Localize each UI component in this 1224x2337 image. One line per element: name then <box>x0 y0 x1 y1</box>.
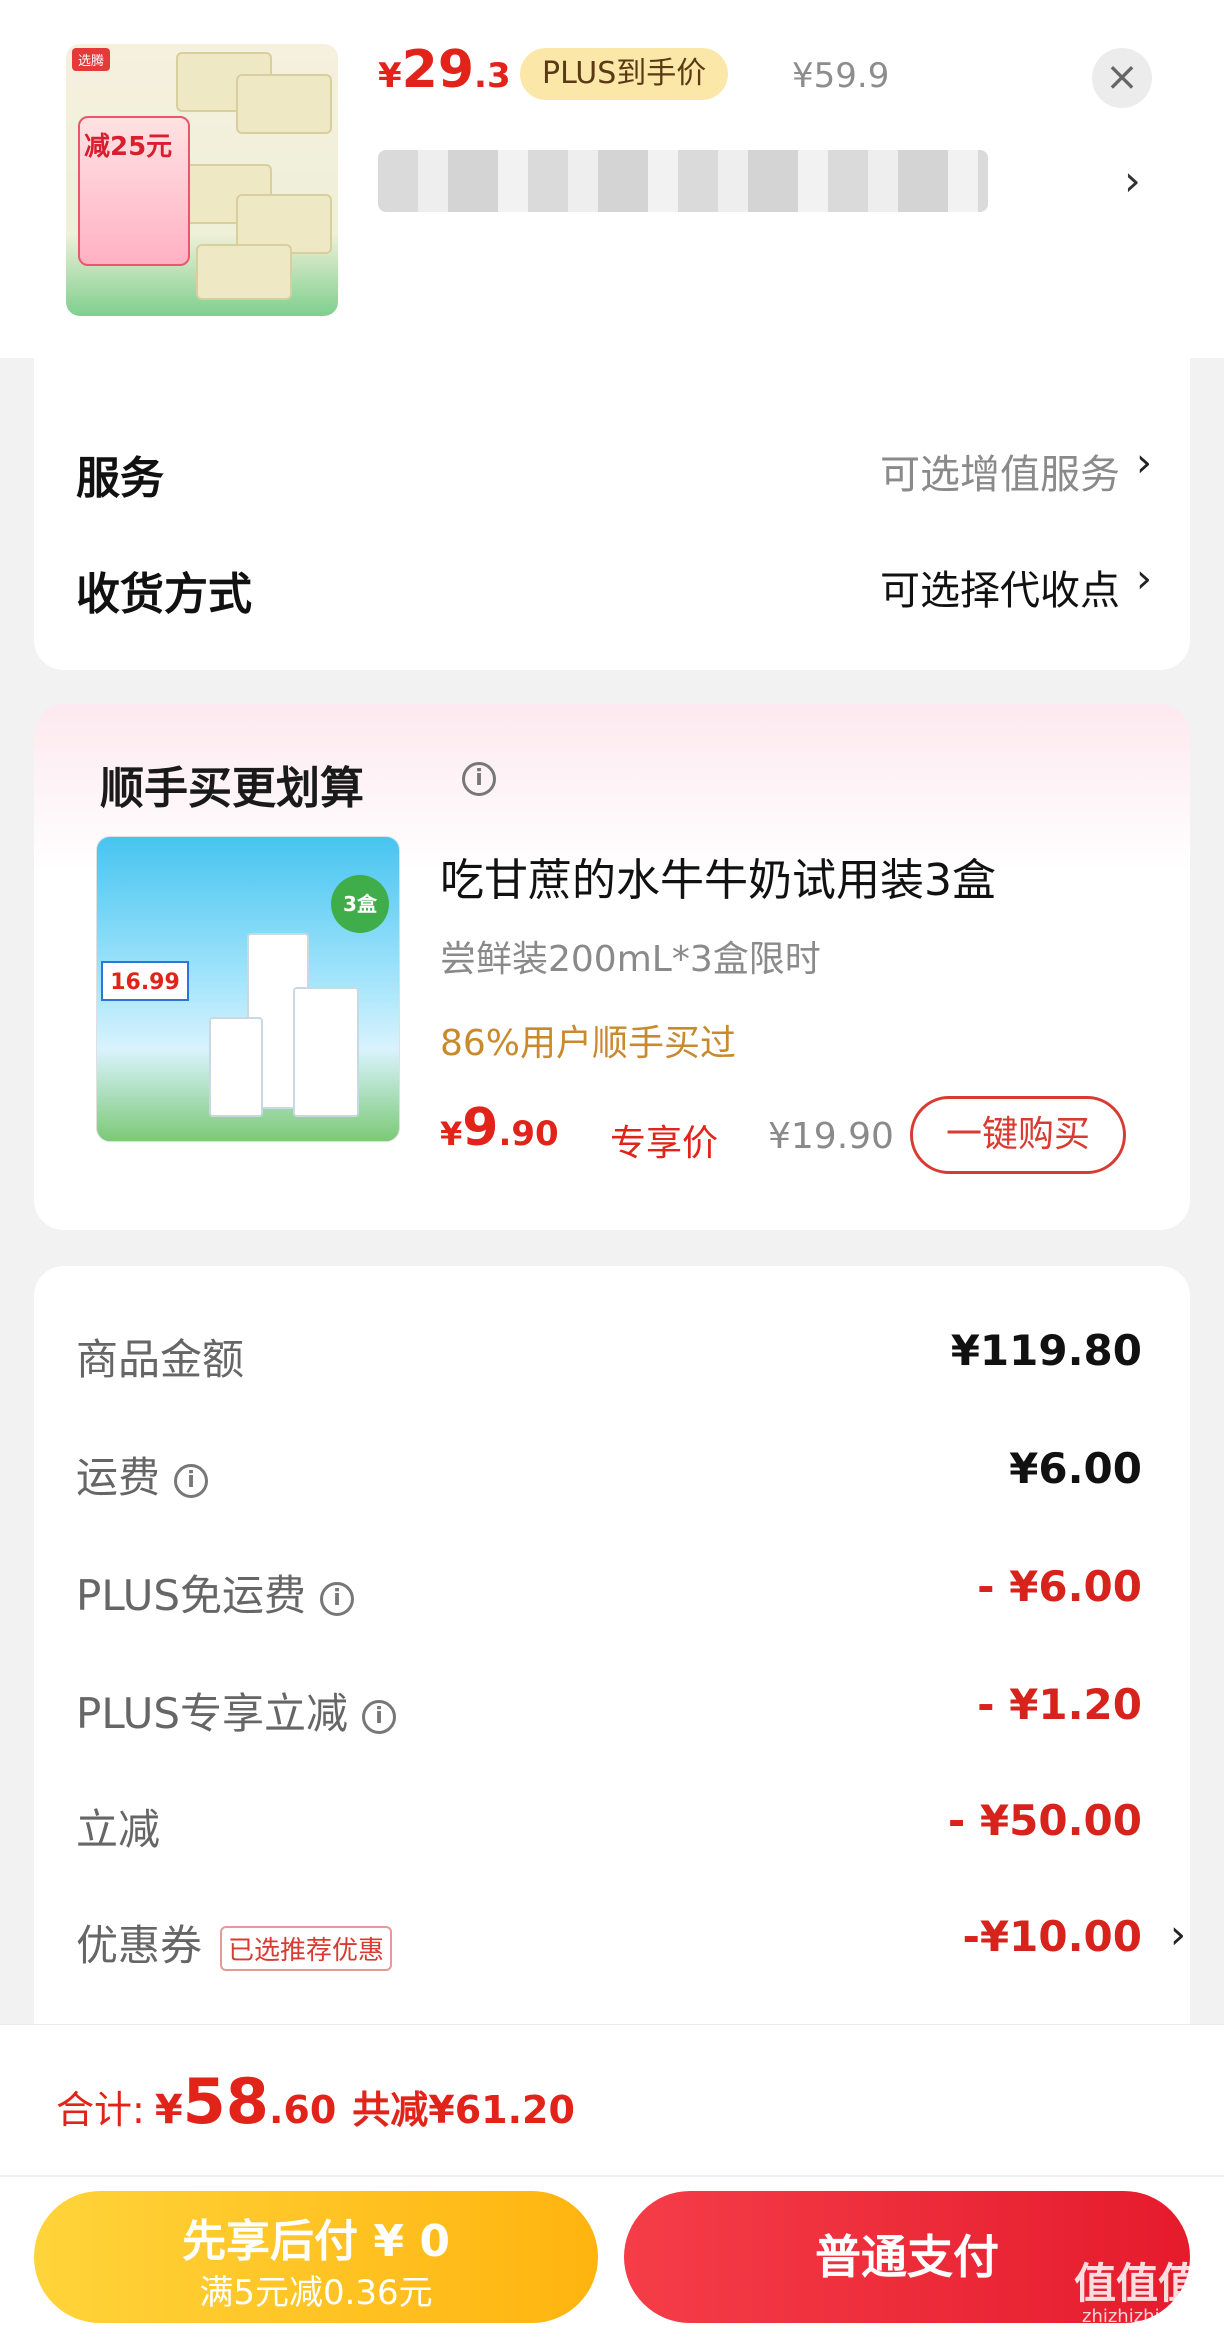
addon-original-price: ¥19.90 <box>768 1116 894 1157</box>
image-count-badge: 3盒 <box>331 875 389 933</box>
option-label: 收货方式 <box>76 569 252 620</box>
thumbnail-promo-text: 减25元 <box>84 132 173 162</box>
summary-row-instant-discount: 立减 - ¥50.00 <box>76 1796 1142 1856</box>
pay-later-button[interactable]: 先享后付 ¥ 0 满5元减0.36元 <box>34 2191 598 2323</box>
price-summary-card: 商品金额 ¥119.80 运费 i ¥6.00 PLUS免运费 i - ¥6.00 … <box>34 1266 1190 2106</box>
watermark-url: zhizhizhi.com <box>1082 2306 1204 2327</box>
addon-exclusive-price: ¥9.90 <box>440 1098 559 1158</box>
price-currency: ¥ <box>440 1115 463 1153</box>
divider <box>0 2175 1224 2177</box>
close-icon: × <box>1105 54 1139 100</box>
addon-product-name[interactable]: 吃甘蔗的水牛牛奶试用装3盒 <box>440 844 996 908</box>
summary-value: - ¥6.00 <box>977 1562 1142 1611</box>
summary-label: 运费 <box>76 1453 161 1502</box>
addon-section-title-text: 顺手买更划算 <box>100 763 364 814</box>
price-decimal: .3 <box>474 56 511 96</box>
thumbnail-tag: 选腾 <box>72 48 111 71</box>
one-click-buy-button[interactable]: 一键购买 <box>910 1096 1126 1174</box>
summary-value: -¥10.00 <box>962 1912 1142 1961</box>
summary-row-coupon[interactable]: 优惠券 已选推荐优惠 -¥10.00 › <box>76 1912 1186 1972</box>
price-integer: 29 <box>401 40 475 100</box>
total-decimal: .60 <box>268 2088 337 2132</box>
summary-label: 立减 <box>76 1805 161 1854</box>
options-card: 服务 可选增值服务 › 收货方式 可选择代收点 › <box>34 330 1190 670</box>
total-currency: ¥ <box>154 2087 183 2133</box>
pay-later-title: 先享后付 ¥ 0 <box>182 2216 450 2267</box>
addon-section-title: 顺手买更划算 i <box>100 752 496 816</box>
product-header: 选腾 减25元 ¥29.3 PLUS到手价 ¥59.9 × › <box>0 0 1224 358</box>
image-price-tag: 16.99 <box>101 961 189 1001</box>
summary-label: PLUS免运费 <box>76 1571 307 1620</box>
product-plus-price: ¥29.3 <box>378 40 511 100</box>
price-integer: 9 <box>462 1098 499 1158</box>
chevron-right-icon: › <box>1136 556 1152 602</box>
price-currency: ¥ <box>378 56 402 96</box>
option-label: 服务 <box>76 453 164 504</box>
summary-value: - ¥1.20 <box>977 1680 1142 1729</box>
summary-row-plus-discount: PLUS专享立减 i - ¥1.20 <box>76 1680 1142 1740</box>
info-icon[interactable]: i <box>462 762 496 796</box>
checkout-bar: 合计: ¥58.60 共减¥61.20 先享后付 ¥ 0 满5元减0.36元 普通支… <box>0 2024 1224 2337</box>
close-button[interactable]: × <box>1092 48 1152 108</box>
summary-label: PLUS专享立减 <box>76 1689 349 1738</box>
summary-row-goods: 商品金额 ¥119.80 <box>76 1326 1142 1386</box>
order-total: 合计: ¥58.60 共减¥61.20 <box>56 2065 575 2138</box>
total-saved: 共减¥61.20 <box>352 2088 575 2132</box>
chevron-right-icon[interactable]: › <box>1124 156 1141 205</box>
info-icon[interactable]: i <box>174 1463 209 1498</box>
plus-price-badge: PLUS到手价 <box>520 48 729 100</box>
summary-row-shipping: 运费 i ¥6.00 <box>76 1444 1142 1504</box>
summary-label: 商品金额 <box>76 1335 245 1384</box>
summary-value: ¥6.00 <box>1009 1444 1142 1493</box>
product-title-blurred[interactable] <box>378 150 988 212</box>
total-integer: 58 <box>182 2065 269 2138</box>
pay-later-subtitle: 满5元减0.36元 <box>199 2273 433 2313</box>
option-value: 可选增值服务 <box>880 452 1120 498</box>
product-original-price: ¥59.9 <box>792 56 890 96</box>
summary-value: - ¥50.00 <box>947 1796 1142 1845</box>
price-decimal: .90 <box>498 1114 559 1154</box>
info-icon[interactable]: i <box>320 1581 355 1616</box>
summary-value: ¥119.80 <box>950 1326 1142 1375</box>
summary-row-plus-free-shipping: PLUS免运费 i - ¥6.00 <box>76 1562 1142 1622</box>
addon-product-subtitle: 尝鲜装200mL*3盒限时 <box>440 939 821 980</box>
chevron-right-icon: › <box>1136 440 1152 486</box>
total-label: 合计: <box>56 2088 145 2132</box>
addon-product-image[interactable]: 3盒 16.99 <box>96 836 400 1142</box>
option-value: 可选择代收点 <box>880 568 1120 614</box>
addon-purchase-stat: 86%用户顺手买过 <box>440 1023 737 1064</box>
watermark-logo: 值值值 <box>1074 2259 1201 2308</box>
summary-label: 优惠券 <box>76 1921 203 1970</box>
coupon-selected-badge: 已选推荐优惠 <box>220 1926 393 1971</box>
info-icon[interactable]: i <box>362 1699 397 1734</box>
product-thumbnail[interactable]: 选腾 减25元 <box>66 44 338 316</box>
addon-price-label: 专享价 <box>610 1123 719 1164</box>
chevron-right-icon: › <box>1170 1912 1186 1958</box>
addon-recommendation-card: 顺手买更划算 i 3盒 16.99 吃甘蔗的水牛牛奶试用装3盒 尝鲜装200mL… <box>34 704 1190 1230</box>
